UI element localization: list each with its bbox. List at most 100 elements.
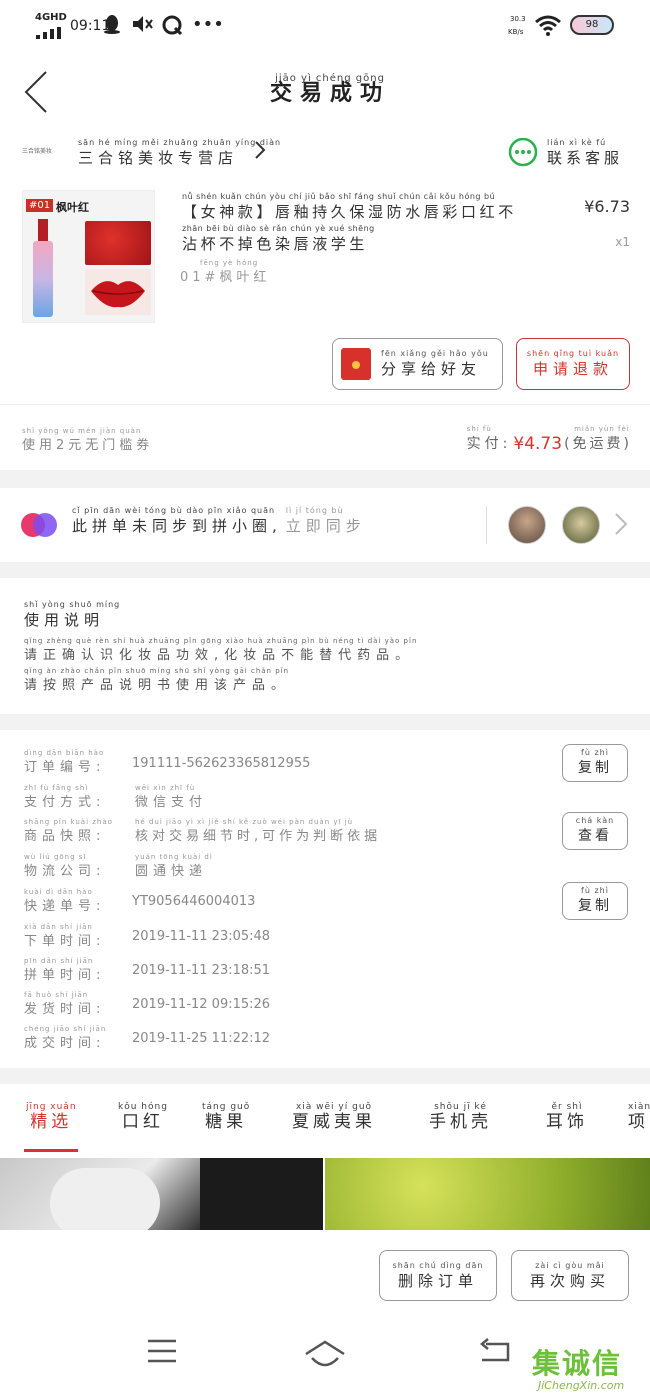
usage-line1: 请正确认识化妆品功效,化妆品不能替代药品。 [24,648,415,663]
rebuy-label: 再次购买 [529,1271,610,1290]
order-label: pīn dān shí jiān 拼单时间: [24,957,106,983]
section-divider-4 [0,1068,650,1084]
contact-text: 联系客服 [547,149,624,167]
order-label: fā huò shí jiān 发货时间: [24,991,106,1017]
back-nav-icon[interactable] [478,1338,514,1370]
copy-order-number-button[interactable]: fù zhì 复制 [562,744,628,782]
order-label: dìng dān biān hào 订单编号: [24,749,106,775]
back-button[interactable] [22,70,50,118]
order-label: wù liú gōng sī 物流公司: [24,853,106,879]
group-sync-row[interactable]: cǐ pīn dān wèi tóng bù dào pīn xiǎo quān… [0,488,650,562]
tab-pinyin: xiàng [628,1102,650,1112]
tab-label: 夏威夷果 [292,1112,376,1132]
shop-row[interactable]: 三合铭美妆 sān hé míng měi zhuāng zhuān yíng … [0,132,650,176]
order-label: xià dān shí jiān 下单时间: [24,923,106,949]
tab-necklace[interactable]: xiàng项 [628,1102,650,1132]
status-bar: 4GHD 09:11 ••• 30.3 KB/s 98 [0,0,650,50]
paid-pinyin: shí fù [466,425,492,433]
tab-earrings[interactable]: ěr shì 耳饰 [546,1102,588,1132]
thumb-badge: #01 [26,199,54,212]
order-value: 2019-11-11 23:18:51 [132,963,271,978]
refund-button[interactable]: shēn qǐng tuì kuǎn 申请退款 [516,338,630,390]
section-divider-2 [0,562,650,578]
copy-label: 复制 [578,760,612,776]
home-icon[interactable] [304,1340,346,1374]
chevron-right-icon [254,140,266,164]
net-speed-bottom: KB/s [508,28,524,36]
product-variant: fēng yè hóng 01#枫叶红 [180,258,270,288]
tab-phone-case[interactable]: shǒu jī ké 手机壳 [429,1102,492,1132]
view-label: 查看 [578,828,612,844]
tab-pinyin: jīng xuǎn [26,1102,77,1112]
refund-pinyin: shēn qǐng tuì kuǎn [526,349,620,358]
buy-again-button[interactable]: zài cì gòu mǎi 再次购买 [511,1250,629,1301]
usage-line2-pinyin: qǐng àn zhào chǎn pǐn shuō míng shū shǐ … [24,667,290,675]
tab-candy[interactable]: táng guǒ 糖果 [202,1102,250,1132]
shop-name[interactable]: sān hé míng měi zhuāng zhuān yíng diàn 三… [78,138,281,168]
copy-pinyin: fù zhì [581,886,609,895]
paid-summary: shí fù 实付: ¥4.73 miǎn yùn fèi (免运费) [467,424,632,454]
order-value: wēi xìn zhī fù 微信支付 [135,784,208,810]
contact-pinyin: lián xì kè fú [547,138,607,147]
active-tab-indicator [24,1149,78,1152]
variant-pinyin: fēng yè hóng [200,259,259,267]
product-title-pinyin-1: nǚ shén kuǎn chún yòu chí jiǔ bǎo shī fá… [182,192,496,201]
tab-label: 手机壳 [429,1112,492,1132]
order-value: 2019-11-25 11:22:12 [132,1031,271,1046]
qq-icon [103,14,121,38]
share-label: 分享给好友 [381,360,482,378]
order-value: hé duì jiāo yì xì jié shí kě zuò wéi pàn… [135,818,382,844]
tab-featured[interactable]: jīng xuǎn 精选 [26,1102,77,1132]
copy-tracking-number-button[interactable]: fù zhì 复制 [562,882,628,920]
order-value: yuán tōng kuài dì 圆通快递 [135,853,213,879]
vertical-divider [486,506,487,544]
page-title-text: 交易成功 [270,81,391,106]
menu-icon[interactable] [146,1338,178,1368]
tab-pinyin: ěr shì [551,1102,583,1112]
group-text: 此拼单未同步到拼小圈, [72,517,282,535]
section-divider-3 [0,714,650,730]
usage-line1-pinyin: qǐng zhèng què rèn shí huà zhuāng pǐn gō… [24,637,418,645]
delete-label: 删除订单 [397,1271,478,1290]
share-button[interactable]: fēn xiǎng gěi hǎo yǒu 分享给好友 [332,338,503,390]
recommendation-image[interactable] [325,1158,650,1230]
swatch-image [85,221,151,265]
coupon-text: 使用2元无门槛券 [22,438,154,453]
contact-service-button[interactable]: lián xì kè fú 联系客服 [508,134,638,174]
order-label: chéng jiāo shí jiān 成交时间: [24,1025,107,1051]
wifi-icon [534,14,562,40]
usage-title-pinyin: shǐ yòng shuō míng [24,600,121,609]
tab-pinyin: xià wēi yí guǒ [295,1102,373,1112]
sync-now-link[interactable]: 立即同步 [286,516,366,536]
usage-section: shǐ yòng shuō míng 使用说明 qǐng zhèng què r… [24,600,417,696]
copy-pinyin: fù zhì [581,748,609,757]
pinxiaoquan-icon [20,512,60,542]
usage-line2: 请按照产品说明书使用该产品。 [24,678,291,693]
divider-thin-1 [0,404,650,405]
recommendation-image[interactable] [0,1158,323,1230]
tab-macadamia[interactable]: xià wēi yí guǒ 夏威夷果 [292,1102,376,1132]
view-snapshot-button[interactable]: chá kàn 查看 [562,812,628,850]
product-thumbnail[interactable]: #01 枫叶红 [22,190,155,323]
tab-label: 糖果 [205,1112,248,1132]
watermark-url: JiChengXin.com [538,1379,625,1392]
rebuy-pinyin: zài cì gòu mǎi [535,1260,605,1270]
avatar [508,506,546,544]
red-packet-icon [341,348,371,380]
view-pinyin: chá kàn [575,816,615,825]
delete-order-button[interactable]: shān chú dìng dān 删除订单 [379,1250,497,1301]
tab-label: 项 [628,1112,649,1132]
tab-label: 口红 [121,1112,164,1132]
section-divider-1 [0,470,650,488]
network-indicator: 4GHD [35,12,67,23]
tab-lipstick[interactable]: kǒu hóng 口红 [118,1102,168,1132]
page-title: jiāo yì chéng gōng 交易成功 [270,74,391,106]
product-title-pinyin-2: zhān bēi bù diào sè rǎn chún yè xué shēn… [182,224,375,233]
order-label: shāng pǐn kuài zhào 商品快照: [24,818,113,844]
order-value: YT9056446004013 [132,894,256,909]
delete-pinyin: shān chú dìng dān [392,1260,484,1270]
watermark-logo: 集诚信 [532,1347,623,1380]
product-title[interactable]: nǚ shén kuǎn chún yòu chí jiǔ bǎo shī fá… [182,192,572,254]
share-pinyin: fēn xiǎng gěi hǎo yǒu [381,349,489,358]
thumb-label: 枫叶红 [56,201,89,214]
